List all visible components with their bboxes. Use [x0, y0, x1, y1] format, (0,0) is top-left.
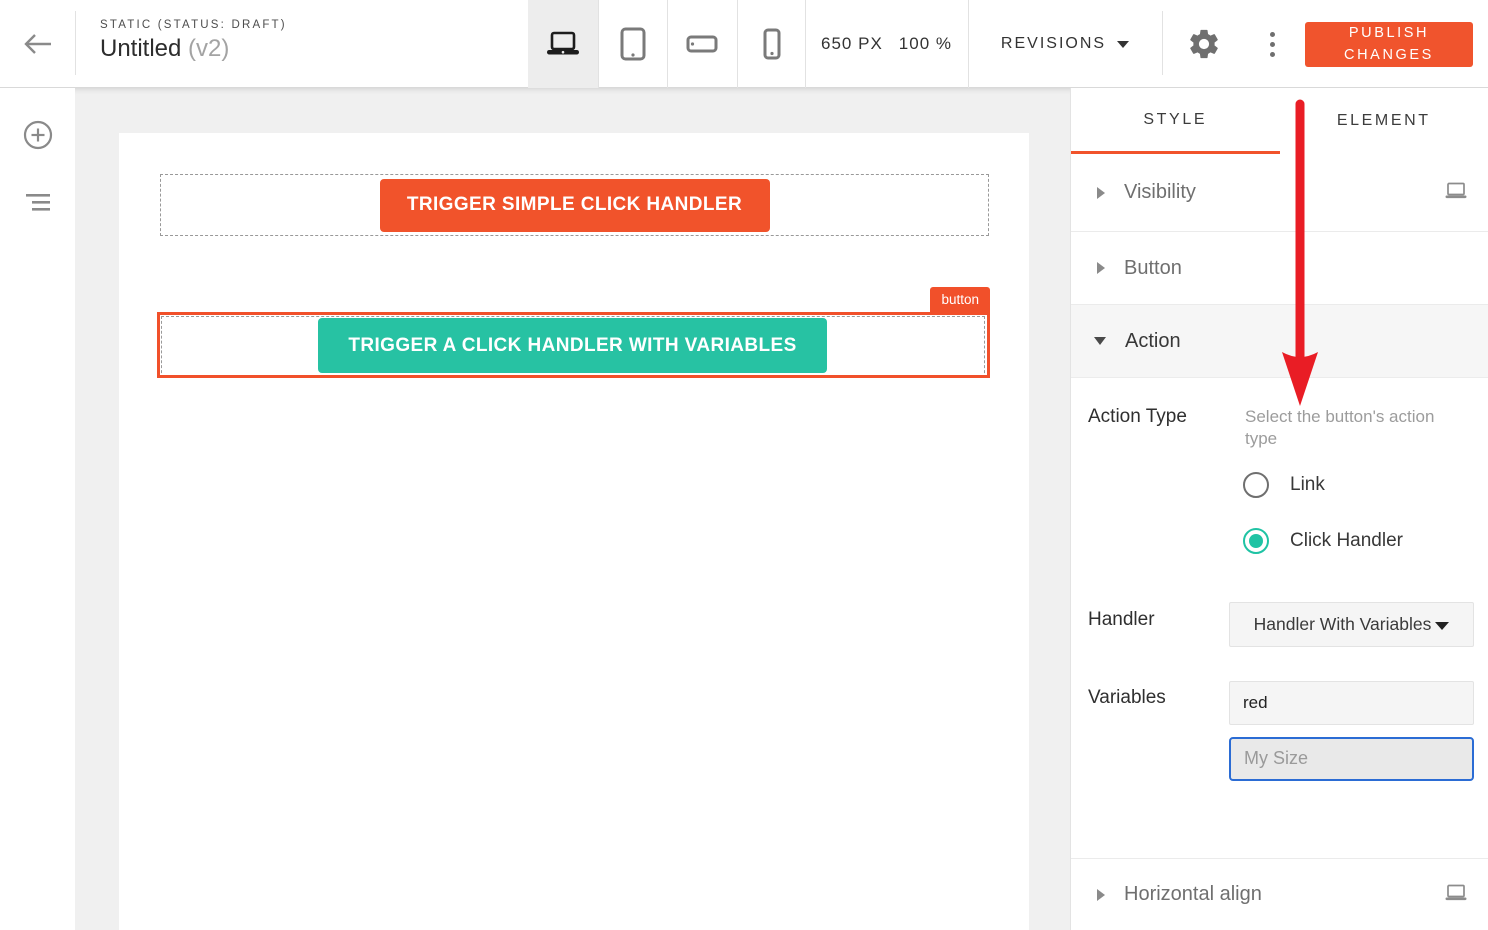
- section-button[interactable]: Button: [1071, 232, 1488, 305]
- handler-value: Handler With Variables: [1254, 614, 1432, 635]
- phone-landscape-icon: [686, 35, 718, 53]
- doc-version: (v2): [188, 35, 229, 62]
- viewport-info: 650 PX 100 %: [805, 0, 968, 88]
- caret-right-icon: [1097, 187, 1105, 199]
- top-toolbar: STATIC (STATUS: DRAFT) Untitled (v2): [0, 0, 1488, 88]
- section-label: Button: [1124, 257, 1182, 280]
- caret-down-icon: [1094, 337, 1106, 345]
- variable-input-1[interactable]: [1229, 681, 1474, 725]
- variable-input-2[interactable]: [1229, 737, 1474, 781]
- overflow-menu-button[interactable]: [1252, 0, 1292, 88]
- caret-right-icon: [1097, 262, 1105, 274]
- device-desktop-button[interactable]: [528, 0, 598, 88]
- inspector-tabs: STYLE ELEMENT: [1071, 88, 1488, 154]
- selection-tag: button: [930, 287, 990, 312]
- status-label: STATIC (STATUS: DRAFT): [100, 19, 287, 31]
- section-visibility[interactable]: Visibility: [1071, 154, 1488, 232]
- divider: [1162, 11, 1163, 75]
- viewport-width: 650 PX: [821, 34, 883, 54]
- gear-icon: [1187, 27, 1221, 61]
- layers-icon: [26, 194, 50, 211]
- section-label: Visibility: [1124, 181, 1196, 204]
- document-title-block: STATIC (STATUS: DRAFT) Untitled (v2): [100, 19, 287, 63]
- handler-label: Handler: [1088, 609, 1155, 631]
- radio-icon[interactable]: [1243, 472, 1269, 498]
- add-element-button[interactable]: [0, 105, 75, 165]
- radio-option-link[interactable]: Link: [1243, 472, 1325, 498]
- kebab-icon: [1270, 32, 1275, 37]
- monitor-icon: [1445, 884, 1467, 906]
- back-arrow-icon: [23, 32, 53, 56]
- revisions-menu[interactable]: REVISIONS: [968, 0, 1162, 88]
- radio-label: Link: [1290, 474, 1325, 496]
- left-toolbar: [0, 88, 75, 930]
- page-title: Untitled (v2): [100, 35, 287, 63]
- settings-button[interactable]: [1180, 0, 1228, 88]
- tab-element[interactable]: ELEMENT: [1280, 88, 1488, 154]
- page-preview: TRIGGER SIMPLE CLICK HANDLER TRIGGER A C…: [119, 133, 1029, 930]
- device-tablet-button[interactable]: [598, 0, 668, 88]
- chevron-down-icon: [1117, 41, 1129, 48]
- chevron-down-icon: [1435, 622, 1449, 630]
- phone-portrait-icon: [763, 28, 781, 60]
- tablet-icon: [619, 27, 647, 61]
- back-button[interactable]: [0, 0, 75, 88]
- radio-label: Click Handler: [1290, 530, 1403, 552]
- section-label: Action: [1125, 330, 1181, 353]
- handler-select[interactable]: Handler With Variables: [1229, 602, 1474, 647]
- action-type-help: Select the button's action type: [1245, 406, 1459, 450]
- revisions-label: REVISIONS: [1001, 35, 1106, 53]
- device-phone-portrait-button[interactable]: [737, 0, 807, 88]
- laptop-icon: [545, 30, 581, 58]
- simple-click-handler-button[interactable]: TRIGGER SIMPLE CLICK HANDLER: [380, 179, 770, 232]
- tab-style[interactable]: STYLE: [1071, 88, 1280, 154]
- radio-selected-icon[interactable]: [1243, 528, 1269, 554]
- device-phone-landscape-button[interactable]: [667, 0, 737, 88]
- button1-container[interactable]: TRIGGER SIMPLE CLICK HANDLER: [160, 174, 989, 236]
- publish-changes-button[interactable]: PUBLISH CHANGES: [1305, 22, 1473, 67]
- plus-circle-icon: [23, 120, 53, 150]
- zoom-level: 100 %: [899, 34, 952, 54]
- caret-right-icon: [1097, 889, 1105, 901]
- variables-label: Variables: [1088, 687, 1166, 709]
- section-action[interactable]: Action: [1071, 305, 1488, 378]
- radio-option-click-handler[interactable]: Click Handler: [1243, 528, 1403, 554]
- inspector-panel: STYLE ELEMENT Visibility Button Action A…: [1070, 88, 1488, 930]
- action-type-label: Action Type: [1088, 406, 1187, 428]
- divider: [75, 11, 76, 75]
- layers-tree-button[interactable]: [0, 172, 75, 232]
- editor-canvas: TRIGGER SIMPLE CLICK HANDLER TRIGGER A C…: [75, 88, 1070, 930]
- section-horizontal-align[interactable]: Horizontal align: [1071, 858, 1488, 930]
- variables-click-handler-button[interactable]: TRIGGER A CLICK HANDLER WITH VARIABLES: [318, 318, 827, 373]
- section-label: Horizontal align: [1124, 883, 1262, 906]
- doc-name: Untitled: [100, 35, 181, 62]
- monitor-icon: [1445, 182, 1467, 204]
